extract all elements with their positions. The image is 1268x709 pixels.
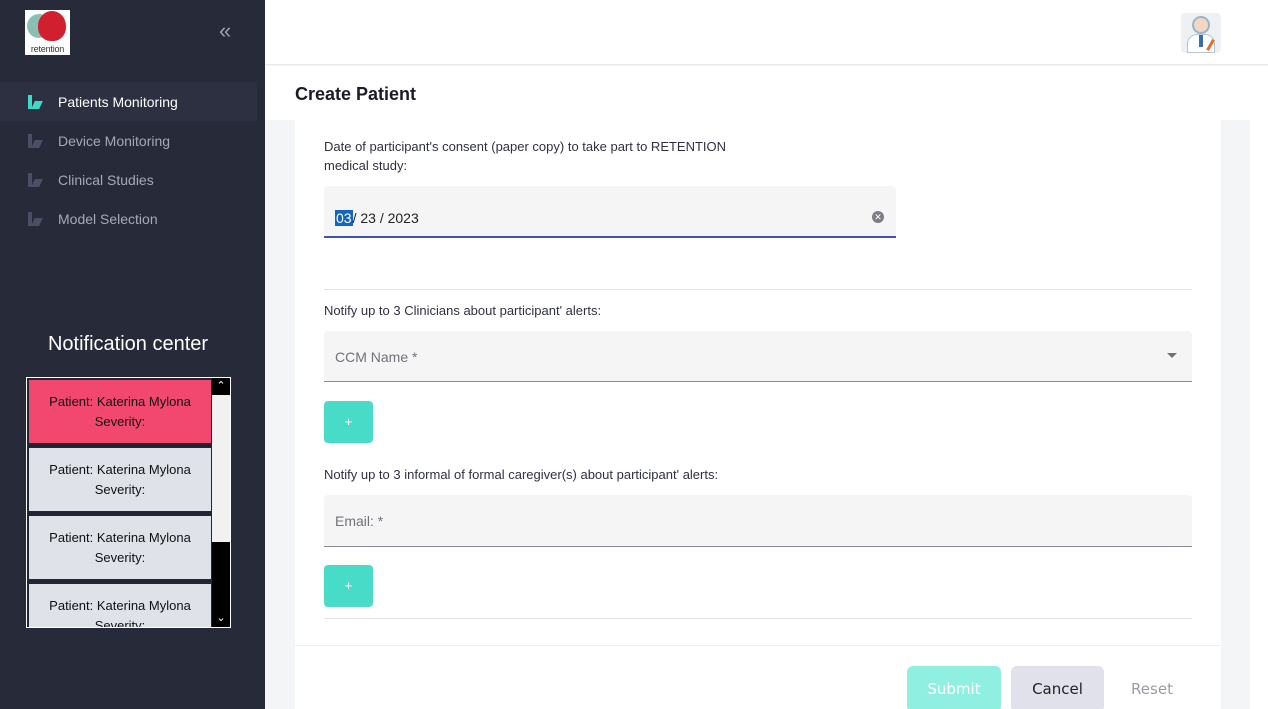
submit-button[interactable]: Submit (907, 666, 1001, 709)
scrollbar-thumb[interactable] (212, 542, 230, 610)
ccm-name-select[interactable]: CCM Name * (324, 331, 1192, 382)
notification-patient: Patient: Katerina Mylona (49, 597, 191, 613)
notification-severity: Severity: (94, 481, 146, 497)
notification-patient: Patient: Katerina Mylona (49, 461, 191, 477)
clinicians-label: Notify up to 3 Clinicians about particip… (324, 303, 602, 318)
sidebar-item-label: Device Monitoring (58, 132, 171, 149)
date-day-segment[interactable]: 23 (360, 210, 376, 226)
date-separator: / (352, 210, 357, 226)
date-year-segment[interactable]: 2023 (388, 210, 419, 226)
nav-chart-icon (26, 133, 43, 149)
notification-severity: Severity: (94, 549, 146, 565)
sidebar-item-label: Clinical Studies (58, 171, 154, 188)
logo-heart-red (38, 11, 66, 41)
notification-patient: Patient: Katerina Mylona (49, 529, 191, 545)
notification-severity: Severity: (94, 617, 146, 628)
consent-label-line: medical study: (324, 158, 408, 173)
doctor-avatar-icon[interactable] (1181, 13, 1221, 53)
notification-card[interactable]: Patient: Katerina Mylona Severity: (27, 446, 213, 513)
sidebar: retention « Patients Monitoring Device M… (0, 0, 265, 709)
notification-card[interactable]: Patient: Katerina Mylona Severity: (27, 582, 213, 628)
clear-icon[interactable]: ✕ (872, 211, 884, 223)
sidebar-nav: Patients Monitoring Device Monitoring Cl… (0, 82, 265, 238)
sidebar-item-device-monitoring[interactable]: Device Monitoring (0, 121, 265, 160)
chevron-double-left-icon[interactable]: « (219, 20, 231, 42)
sidebar-item-label: Patients Monitoring (58, 93, 178, 110)
add-clinician-button[interactable]: + (324, 401, 373, 443)
sidebar-item-clinical-studies[interactable]: Clinical Studies (0, 160, 265, 199)
nav-chart-icon (26, 94, 43, 110)
date-value: 03/ 23 / 2023 (335, 210, 419, 226)
consent-label-line: Date of participant's consent (paper cop… (324, 139, 727, 154)
date-separator: / (379, 210, 384, 226)
section-divider (324, 289, 1192, 290)
chevron-down-icon[interactable]: ⌄ (212, 610, 230, 627)
reset-button[interactable]: Reset (1116, 666, 1188, 709)
sidebar-item-patients-monitoring[interactable]: Patients Monitoring (0, 82, 257, 121)
page-title-bar: Create Patient (265, 66, 1268, 120)
create-patient-form: Date of participant's consent (paper cop… (295, 120, 1221, 709)
nav-chart-icon (26, 172, 43, 188)
notification-card[interactable]: Patient: Katerina Mylona Severity: (27, 378, 213, 445)
notification-list-panel[interactable]: Patient: Katerina Mylona Severity: Patie… (26, 377, 231, 628)
cancel-button[interactable]: Cancel (1011, 666, 1104, 709)
notification-center-title: Notification center (47, 333, 209, 355)
page-title: Create Patient (295, 84, 417, 104)
section-divider (324, 618, 1192, 619)
email-placeholder: Email: * (335, 513, 384, 529)
notification-patient: Patient: Katerina Mylona (49, 393, 191, 409)
consent-date-label: Date of participant's consent (paper cop… (324, 137, 726, 175)
sidebar-item-label: Model Selection (58, 210, 158, 227)
sidebar-item-model-selection[interactable]: Model Selection (0, 199, 265, 238)
notification-list: Patient: Katerina Mylona Severity: Patie… (27, 378, 213, 628)
email-field[interactable]: Email: * (324, 495, 1192, 547)
consent-date-input[interactable]: 03/ 23 / 2023 ✕ (324, 186, 896, 238)
scroll-gutter (1250, 66, 1268, 709)
notification-scrollbar[interactable]: ⌃ ⌄ (212, 378, 230, 627)
form-footer-divider (295, 645, 1221, 646)
add-caregiver-button[interactable]: + (324, 565, 373, 607)
top-bar (265, 0, 1268, 65)
notification-severity: Severity: (94, 413, 146, 429)
caregivers-label: Notify up to 3 informal of formal caregi… (324, 467, 719, 482)
notification-card[interactable]: Patient: Katerina Mylona Severity: (27, 514, 213, 581)
nav-chart-icon (26, 211, 43, 227)
retention-logo[interactable]: retention (25, 10, 70, 55)
caret-down-icon (1167, 353, 1177, 358)
ccm-name-placeholder: CCM Name * (335, 349, 418, 365)
date-month-segment[interactable]: 03 (335, 210, 353, 226)
chevron-up-icon[interactable]: ⌃ (212, 378, 230, 395)
logo-text: retention (30, 44, 65, 54)
